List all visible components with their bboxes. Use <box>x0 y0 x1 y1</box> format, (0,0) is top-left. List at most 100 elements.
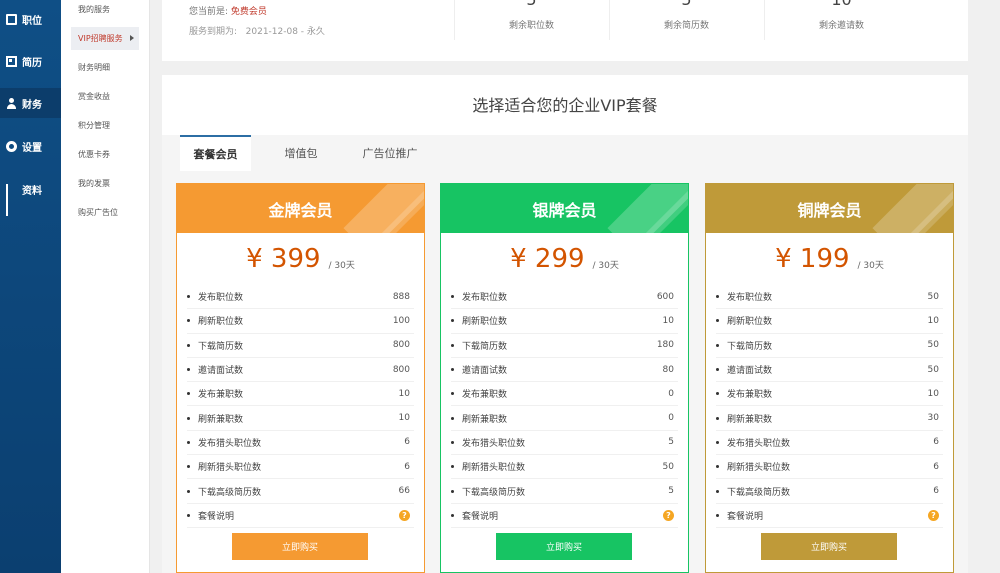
tab-package-member[interactable]: 套餐会员 <box>180 135 251 171</box>
feature-label: 刷新猎头职位数 <box>727 463 791 474</box>
feature-value: 66 <box>398 486 410 497</box>
help-icon[interactable]: ? <box>399 509 410 521</box>
stat-number: 10 <box>765 0 918 9</box>
plan-header: 铜牌会员 <box>706 184 953 233</box>
plan-name: 银牌会员 <box>532 200 597 220</box>
feature-label: 发布职位数 <box>462 293 508 304</box>
page-title: 选择适合您的企业VIP套餐 <box>472 96 658 115</box>
nav-item-label: 财务 <box>22 99 42 111</box>
feature-label: 刷新兼职数 <box>462 414 508 425</box>
stat-remaining-resumes: 5 剩余简历数 <box>609 0 763 40</box>
submenu-points[interactable]: 积分管理 <box>71 114 139 137</box>
feature-label: 下载简历数 <box>462 341 508 352</box>
submenu-vip-service[interactable]: VIP招聘服务 <box>71 27 139 50</box>
feature-label: 刷新职位数 <box>462 317 508 328</box>
feature-value: 0 <box>668 413 674 424</box>
feature-row: 套餐说明? <box>716 504 943 528</box>
feature-row: 发布职位数 888 <box>187 285 414 310</box>
user-finance-icon <box>6 97 17 109</box>
submenu-my-services[interactable]: 我的服务 <box>71 0 139 21</box>
help-icon[interactable]: ? <box>928 509 939 521</box>
feature-row: 刷新兼职数 10 <box>187 406 414 431</box>
plan-card-bronze: 铜牌会员 ¥ 199 / 30天 发布职位数 50 刷新职位数 10 下载简历数 50… <box>705 183 954 573</box>
feature-row: 发布职位数 600 <box>451 285 678 310</box>
tab-ad-promotion[interactable]: 广告位推广 <box>352 135 428 171</box>
feature-row: 发布兼职数 10 <box>716 382 943 407</box>
feature-row: 刷新兼职数 30 <box>716 406 943 431</box>
feature-value: 0 <box>668 388 674 399</box>
price-value: ¥ 399 <box>246 244 321 274</box>
feature-value: 6 <box>933 461 939 472</box>
feature-row: 刷新职位数 10 <box>716 309 943 334</box>
briefcase-icon <box>6 13 17 25</box>
feature-value: 888 <box>392 291 410 302</box>
feature-row: 刷新职位数 10 <box>451 309 678 334</box>
feature-label: 刷新兼职数 <box>727 414 773 425</box>
feature-row: 刷新猎头职位数 50 <box>451 455 678 480</box>
submenu-label: 财务明细 <box>78 63 110 72</box>
price-period: / 30天 <box>857 260 884 271</box>
nav-item-label: 资料 <box>22 185 42 197</box>
stat-number: 5 <box>455 0 608 9</box>
buy-now-button[interactable]: 立即购买 <box>232 533 368 560</box>
submenu-label: VIP招聘服务 <box>78 34 123 43</box>
nav-item-finance[interactable]: 财务 <box>0 88 61 118</box>
feature-value: 50 <box>927 291 939 302</box>
feature-label: 下载高级简历数 <box>727 487 791 498</box>
feature-label: 套餐说明 <box>198 511 235 522</box>
plan-header: 金牌会员 <box>177 184 424 233</box>
nav-item-profile[interactable]: 资料 <box>0 174 61 216</box>
submenu-buy-ad[interactable]: 购买广告位 <box>71 201 139 224</box>
nav-item-resume[interactable]: 简历 <box>0 46 61 76</box>
feature-label: 下载高级简历数 <box>462 487 526 498</box>
plan-price: ¥ 299 / 30天 <box>441 233 688 285</box>
feature-value: 6 <box>404 461 410 472</box>
feature-row: 刷新猎头职位数 6 <box>187 455 414 480</box>
current-level-prefix: 您当前是: <box>189 7 229 17</box>
feature-row: 刷新兼职数 0 <box>451 406 678 431</box>
feature-value: 100 <box>392 315 410 326</box>
feature-value: 50 <box>662 461 674 472</box>
buy-now-button[interactable]: 立即购买 <box>761 533 897 560</box>
vip-package-panel: 选择适合您的企业VIP套餐 套餐会员 增值包 广告位推广 金牌会员 ¥ 399 … <box>162 75 968 573</box>
plan-name: 金牌会员 <box>268 200 333 220</box>
nav-item-label: 简历 <box>22 57 42 69</box>
feature-value: 10 <box>662 315 674 326</box>
feature-label: 发布职位数 <box>198 293 244 304</box>
feature-label: 套餐说明 <box>462 511 499 522</box>
feature-value: 50 <box>927 340 939 351</box>
help-icon[interactable]: ? <box>663 509 674 521</box>
submenu-label: 我的服务 <box>78 5 110 14</box>
submenu-bounty-income[interactable]: 赏金收益 <box>71 85 139 108</box>
gear-icon <box>6 140 17 152</box>
feature-row: 下载高级简历数 66 <box>187 479 414 504</box>
id-card-icon <box>6 55 17 67</box>
submenu-coupons[interactable]: 优惠卡券 <box>71 143 139 166</box>
feature-row: 发布职位数 50 <box>716 285 943 310</box>
buy-now-button[interactable]: 立即购买 <box>496 533 632 560</box>
feature-value: 10 <box>927 315 939 326</box>
feature-value: 80 <box>662 364 674 375</box>
tab-addon-pack[interactable]: 增值包 <box>266 135 336 171</box>
feature-label: 发布猎头职位数 <box>462 438 526 449</box>
nav-item-jobs[interactable]: 职位 <box>0 4 61 34</box>
feature-label: 发布兼职数 <box>462 390 508 401</box>
submenu-finance-detail[interactable]: 财务明细 <box>71 56 139 79</box>
plan-price: ¥ 399 / 30天 <box>177 233 424 285</box>
chart-icon <box>6 183 17 216</box>
feature-label: 套餐说明 <box>727 511 764 522</box>
feature-row: 邀请面试数 800 <box>187 358 414 383</box>
submenu-invoices[interactable]: 我的发票 <box>71 172 139 195</box>
feature-row: 发布兼职数 10 <box>187 382 414 407</box>
feature-value: 5 <box>668 437 674 448</box>
feature-row: 发布猎头职位数 6 <box>716 431 943 456</box>
feature-value: 30 <box>927 413 939 424</box>
package-tabs: 套餐会员 增值包 广告位推广 <box>162 135 968 171</box>
nav-item-settings[interactable]: 设置 <box>0 131 61 161</box>
plan-name: 铜牌会员 <box>797 200 862 220</box>
feature-label: 发布职位数 <box>727 293 773 304</box>
main-nav: 职位 简历 财务 设置 资料 <box>0 0 61 573</box>
feature-row: 邀请面试数 80 <box>451 358 678 383</box>
feature-row: 下载简历数 800 <box>187 334 414 358</box>
feature-row: 刷新猎头职位数 6 <box>716 455 943 480</box>
